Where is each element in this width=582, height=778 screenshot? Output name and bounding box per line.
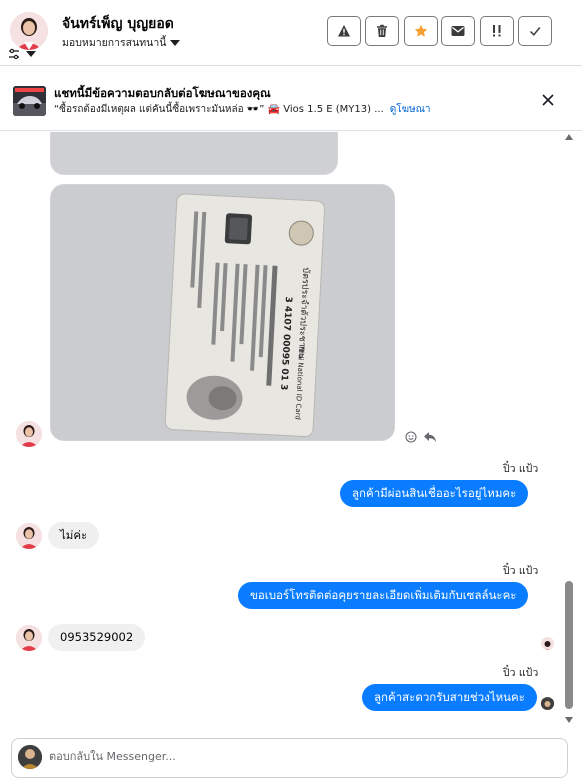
delete-button[interactable]	[365, 16, 399, 46]
ad-quote-text: “ซื้อรถต้องมีเหตุผล แต่คันนี้ซื้อเพราะมั…	[54, 104, 384, 115]
star-icon	[414, 24, 428, 37]
trash-icon	[377, 24, 387, 37]
assign-label: มอบหมายการสนทนานี้	[62, 37, 167, 49]
ad-reply-banner: แชทนี้มีข้อความตอบกลับต่อโฆษณาของคุณ “ซื…	[0, 67, 582, 131]
incoming-message[interactable]: ไม่ค่ะ	[48, 522, 100, 549]
read-receipt-avatar	[541, 637, 554, 650]
outgoing-message[interactable]: ลูกค้าสะดวกรับสายช่วงไหนคะ	[362, 684, 537, 711]
check-icon	[529, 27, 541, 36]
contact-avatar-small[interactable]	[16, 421, 42, 447]
message-thread: บัตรประจำตัวประชาชน Thai National ID Car…	[0, 132, 582, 732]
sender-name: ปิ๋ว แป้ว	[503, 565, 539, 577]
attached-photo[interactable]	[50, 132, 338, 175]
mail-icon	[451, 26, 465, 36]
filter-sliders-icon	[9, 48, 19, 60]
page-avatar	[18, 745, 42, 769]
id-card-photo[interactable]: บัตรประจำตัวประชาชน Thai National ID Car…	[50, 184, 395, 441]
view-ad-link[interactable]: ดูโฆษณา	[390, 104, 431, 115]
star-button[interactable]	[404, 16, 438, 46]
incoming-message[interactable]: 0953529002	[48, 624, 146, 651]
read-receipt-avatar	[541, 697, 554, 710]
reply-box[interactable]	[11, 738, 568, 778]
warning-icon	[338, 25, 350, 37]
reply-input[interactable]	[49, 750, 529, 763]
sender-name: ปิ๋ว แป้ว	[503, 667, 539, 679]
contact-avatar-small[interactable]	[16, 523, 42, 549]
sender-name: ปิ๋ว แป้ว	[503, 463, 539, 475]
mark-unread-button[interactable]	[441, 16, 475, 46]
banner-title: แชทนี้มีข้อความตอบกลับต่อโฆษณาของคุณ	[54, 86, 271, 100]
scroll-down-arrow-icon[interactable]	[565, 717, 573, 723]
banner-quote: “ซื้อรถต้องมีเหตุผล แต่คันนี้ซื้อเพราะมั…	[54, 102, 431, 117]
filter-control[interactable]	[8, 48, 36, 60]
contact-avatar-small[interactable]	[16, 625, 42, 651]
composer	[0, 732, 582, 778]
follow-up-button[interactable]	[480, 16, 514, 46]
chevron-down-icon	[170, 39, 181, 46]
contact-avatar[interactable]	[10, 12, 48, 50]
follow-up-icon	[493, 25, 501, 37]
mark-done-button[interactable]	[518, 16, 552, 46]
outgoing-message[interactable]: ลูกค้ามีผ่อนสินเชื่ออะไรอยู่ไหมคะ	[340, 480, 529, 507]
scrollbar-thumb[interactable]	[565, 581, 573, 709]
assign-conversation-dropdown[interactable]: มอบหมายการสนทนานี้	[62, 34, 181, 51]
outgoing-message[interactable]: ขอเบอร์โทรติดต่อคุยรายละเอียดเพิ่มเติมกั…	[238, 582, 529, 609]
chevron-down-icon	[26, 51, 36, 57]
contact-name[interactable]: จันทร์เพ็ญ บุญยอด	[62, 13, 174, 35]
mark-spam-button[interactable]	[327, 16, 361, 46]
scroll-up-arrow-icon[interactable]	[565, 134, 573, 140]
ad-thumbnail[interactable]	[13, 86, 46, 116]
close-icon[interactable]	[539, 91, 557, 109]
react-emoji-icon[interactable]	[405, 431, 417, 443]
reply-icon[interactable]	[423, 431, 437, 443]
conversation-header: จันทร์เพ็ญ บุญยอด มอบหมายการสนทนานี้	[0, 0, 582, 66]
